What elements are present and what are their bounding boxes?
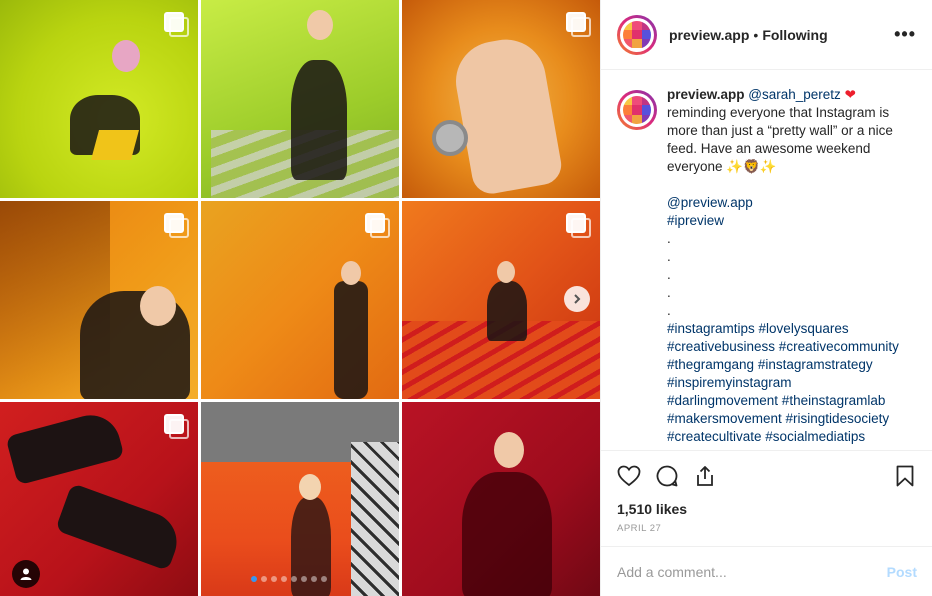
- bookmark-icon[interactable]: [893, 464, 917, 488]
- preview-logo-icon: [623, 96, 651, 124]
- caption-username[interactable]: preview.app: [667, 87, 745, 102]
- post-header: preview.app • Following •••: [601, 0, 932, 70]
- caption-dot-line: .: [667, 249, 671, 264]
- caption-text-line: reminding everyone that Instagram is: [667, 105, 890, 120]
- caption-text-line: feed. Have an awesome weekend: [667, 141, 871, 156]
- post-media-carousel[interactable]: [0, 0, 600, 596]
- likes-count[interactable]: 1,510 likes: [617, 501, 917, 517]
- caption-text-line: everyone ✨🦁✨: [667, 159, 777, 174]
- comment-icon[interactable]: [655, 464, 679, 488]
- carousel-dot: [271, 576, 277, 582]
- carousel-dot: [291, 576, 297, 582]
- caption: preview.app @sarah_peretz ❤ reminding ev…: [617, 86, 916, 448]
- avatar[interactable]: [617, 14, 657, 55]
- carousel-dot: [321, 576, 327, 582]
- grid-photo-9: [402, 402, 600, 596]
- grid-photo-5: [201, 201, 399, 399]
- more-options-icon[interactable]: •••: [894, 24, 916, 45]
- grid-photo-1: [0, 0, 198, 198]
- comment-input[interactable]: [617, 563, 887, 580]
- caption-text-line: more than just a “pretty wall” or a nice: [667, 123, 893, 138]
- hashtag-line[interactable]: #makersmovement #risingtidesociety: [667, 410, 916, 428]
- carousel-dot: [261, 576, 267, 582]
- preview-logo-icon: [623, 20, 651, 49]
- mention-link[interactable]: @sarah_peretz: [748, 87, 841, 102]
- multi-photo-icon: [164, 414, 189, 439]
- hashtag-link[interactable]: #ipreview: [667, 212, 916, 230]
- hashtag-line[interactable]: #darlingmovement #theinstagramlab: [667, 392, 916, 410]
- caption-dot-line: .: [667, 303, 671, 318]
- carousel-dot: [281, 576, 287, 582]
- heart-icon[interactable]: [617, 464, 641, 488]
- multi-photo-icon: [566, 12, 591, 37]
- multi-photo-icon: [566, 213, 591, 238]
- caption-dot-line: .: [667, 231, 671, 246]
- multi-photo-icon: [164, 213, 189, 238]
- user-icon: [20, 568, 32, 580]
- tagged-users-button[interactable]: [12, 560, 40, 588]
- grid-photo-2: [201, 0, 399, 198]
- hashtag-line[interactable]: #creativebusiness #creativecommunity: [667, 338, 916, 356]
- post-comment-button[interactable]: Post: [887, 564, 917, 580]
- post-date[interactable]: April 27: [617, 523, 917, 534]
- carousel-indicator: [251, 576, 327, 582]
- grid-photo-3: [402, 0, 600, 198]
- hashtag-line[interactable]: #createcultivate #socialmediatips: [667, 428, 916, 446]
- comment-form: Post: [601, 546, 932, 596]
- caption-dot-line: .: [667, 267, 671, 282]
- hashtag-line[interactable]: #inspiremyinstagram: [667, 374, 916, 392]
- header-username[interactable]: preview.app: [669, 27, 749, 43]
- chevron-right-icon: [574, 294, 581, 304]
- grid-photo-4: [0, 201, 198, 399]
- hashtag-line[interactable]: #thegramgang #instagramstrategy: [667, 356, 916, 374]
- carousel-dot: [311, 576, 317, 582]
- share-icon[interactable]: [693, 464, 717, 488]
- grid-photo-8: [201, 402, 399, 596]
- carousel-dot: [251, 576, 257, 582]
- post-detail-panel: preview.app • Following ••• preview.app …: [600, 0, 932, 596]
- carousel-dot: [301, 576, 307, 582]
- next-slide-button[interactable]: [564, 286, 590, 312]
- follow-status-button[interactable]: Following: [762, 27, 827, 43]
- header-separator: •: [753, 26, 759, 43]
- account-tag-link[interactable]: @preview.app: [667, 194, 916, 212]
- multi-photo-icon: [164, 12, 189, 37]
- multi-photo-icon: [365, 213, 390, 238]
- caption-dot-line: .: [667, 285, 671, 300]
- hashtag-line[interactable]: #instagramtips #lovelysquares: [667, 320, 916, 338]
- heart-emoji: ❤: [844, 87, 856, 102]
- post-actions: 1,510 likes April 27: [601, 450, 932, 534]
- avatar[interactable]: [617, 90, 657, 130]
